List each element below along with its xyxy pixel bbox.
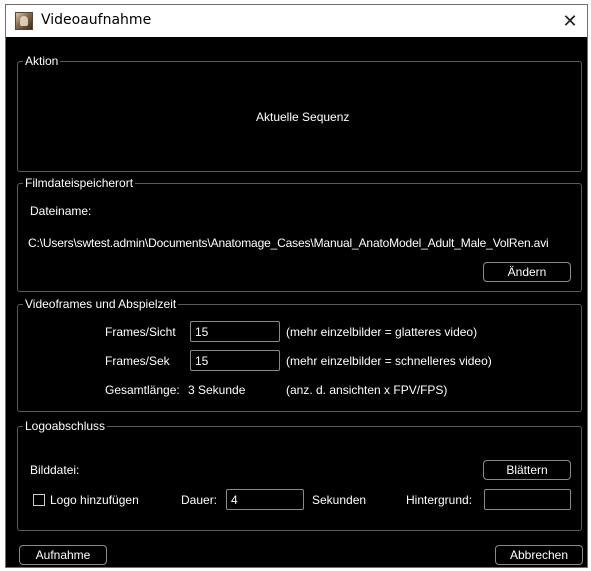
action-legend: Aktion [23, 54, 61, 68]
image-file-label: Bilddatei: [30, 463, 80, 477]
app-logo-icon [15, 12, 33, 30]
file-path: C:\Users\swtest.admin\Documents\Anatomag… [28, 236, 549, 250]
add-logo-checkbox[interactable] [33, 494, 45, 506]
frames-per-sec-hint: (mehr einzelbilder = schnelleres video) [286, 354, 492, 368]
file-location-legend: Filmdateispeicherort [23, 176, 136, 190]
record-button[interactable]: Aufnahme [19, 545, 107, 565]
frames-per-view-input[interactable] [190, 321, 280, 342]
total-length-value: 3 Sekunde [188, 383, 246, 397]
title-bar: Videoaufnahme ✕ [6, 5, 587, 37]
close-icon[interactable]: ✕ [557, 8, 583, 34]
total-length-hint: (anz. d. ansichten x FPV/FPS) [286, 383, 448, 397]
duration-input[interactable] [226, 489, 304, 510]
video-frames-legend: Videoframes und Abspielzeit [23, 297, 179, 311]
background-color-picker[interactable] [484, 489, 571, 510]
filename-label: Dateiname: [30, 204, 92, 218]
dialog-content: Aktion Aktuelle Sequenz Filmdateispeiche… [6, 37, 587, 567]
total-length-label: Gesamtlänge: [105, 383, 180, 397]
browse-button[interactable]: Blättern [483, 460, 571, 480]
frames-per-sec-label: Frames/Sek [105, 354, 170, 368]
frames-per-view-hint: (mehr einzelbilder = glatteres video) [286, 325, 478, 339]
video-recording-dialog: Videoaufnahme ✕ Aktion Aktuelle Sequenz … [5, 4, 588, 568]
logo-ending-legend: Logoabschluss [23, 419, 108, 433]
add-logo-label: Logo hinzufügen [50, 493, 139, 507]
action-group: Aktion Aktuelle Sequenz [17, 54, 582, 172]
logo-ending-group: Logoabschluss Bilddatei: Blättern Logo h… [17, 419, 582, 531]
background-label: Hintergrund: [406, 493, 473, 507]
file-location-group: Filmdateispeicherort Dateiname: C:\Users… [17, 176, 582, 292]
frames-per-view-label: Frames/Sicht [105, 325, 176, 339]
cancel-button[interactable]: Abbrechen [495, 545, 583, 565]
seconds-label: Sekunden [312, 493, 367, 507]
duration-label: Dauer: [181, 493, 218, 507]
dialog-title: Videoaufnahme [41, 12, 152, 28]
action-value: Aktuelle Sequenz [256, 110, 350, 124]
video-frames-group: Videoframes und Abspielzeit Frames/Sicht… [17, 297, 582, 412]
change-button[interactable]: Ändern [483, 262, 571, 282]
frames-per-sec-input[interactable] [190, 350, 280, 371]
